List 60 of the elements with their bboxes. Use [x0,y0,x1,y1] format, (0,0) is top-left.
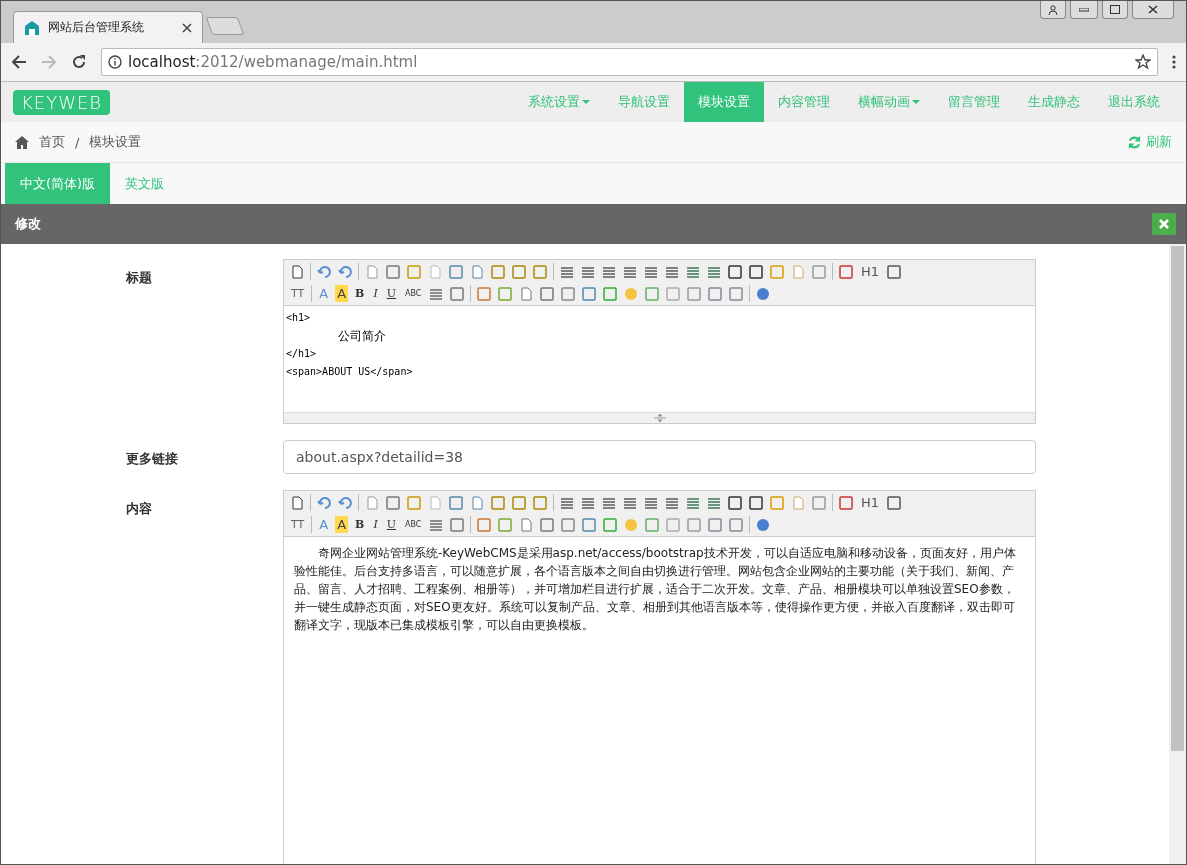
editor-text: 公司简介 [337,328,387,345]
rich-text-editor[interactable] [283,490,1036,864]
forward-arrow-icon[interactable] [41,54,57,70]
bold-button[interactable]: B [353,285,367,302]
redo-icon[interactable] [337,494,353,511]
site-favicon-icon [24,19,40,36]
underline-button[interactable]: U [384,285,398,302]
reload-icon[interactable] [71,54,87,70]
maximize-icon [1110,5,1120,14]
back-arrow-icon[interactable] [11,54,27,70]
strikethrough-button[interactable]: ABC [403,285,424,302]
breadcrumb-current: 模块设置 [89,133,142,151]
browser-tab[interactable]: 网站后台管理系统 [13,11,203,43]
redo-icon[interactable] [337,263,353,280]
content-paragraph: 奇网企业网站管理系统-KeyWebCMS是采用asp.net/access/bootstrap技术开发，可以自适应电脑和移动设备，页面友好，用户体验性能佳。后台支持多语言，可以随意扩展，各个语言版本之间自由切换进行管理。网站包含企业网站的主要功能（关于我们、新闻、产品、留言、人才招聘、工程案例、相册等），并可增加栏目进行扩展，适合于二次开发。文章、产品、相册模块可以单独设置SEO参数，并一键生成静态页面，对SEO更友好。系统可以复制产品、文章、相册到其他语言版本等，使得操作更方便，并嵌入百度翻译，双击即可翻译文字，现版本已集成模板引擎，可以自由更换模板。 [294,545,1017,634]
window-close-button[interactable] [1132,1,1174,19]
undo-icon[interactable] [316,263,332,280]
close-icon [1148,5,1158,14]
menu-icon[interactable] [1172,54,1176,70]
highlight-button[interactable]: A [335,516,349,533]
field-label: 内容 [125,500,153,518]
code-line: <h1> [286,311,312,325]
font-size-button[interactable]: TT [289,285,307,302]
code-line: <span>ABOUT US</span> [286,365,414,379]
strikethrough-button[interactable]: ABC [403,516,424,533]
tab-title: 网站后台管理系统 [48,19,145,36]
home-icon[interactable] [15,135,29,149]
font-size-button[interactable]: TT [289,516,307,533]
field-label: 更多链接 [125,450,179,468]
breadcrumb-separator: / [75,134,80,150]
new-tab-button[interactable] [205,17,245,35]
url-text: localhost:2012/webmanage/main.html [128,53,419,71]
person-icon [1048,4,1058,15]
breadcrumb-link[interactable]: 首页 [39,133,65,151]
maximize-button[interactable] [1102,1,1128,19]
panel-title: 修改 [15,215,41,233]
star-icon[interactable] [1135,54,1151,70]
highlight-button[interactable]: A [335,285,349,302]
code-line: </h1> [286,347,318,361]
close-icon [1159,219,1169,229]
heading-button[interactable]: H1 [859,494,882,511]
rich-text-editor[interactable]: H1 TT A A B I U ABC <h1> 公司简介 </h1> <span>ABOUT US</span> [283,259,1036,424]
italic-button[interactable]: I [371,516,380,533]
resize-handle[interactable] [284,412,1035,423]
field-label: 标题 [125,269,153,287]
minimize-icon [1079,7,1089,12]
bold-button[interactable]: B [353,516,367,533]
info-icon [108,55,122,69]
close-button[interactable] [1152,213,1176,235]
address-bar[interactable]: localhost:2012/webmanage/main.html [101,48,1158,76]
undo-icon[interactable] [316,494,332,511]
refresh-icon [1127,134,1142,150]
underline-button[interactable]: U [384,516,398,533]
scrollbar-thumb[interactable] [1171,246,1184,751]
heading-button[interactable]: H1 [859,263,882,280]
link-input-field[interactable]: about.aspx?detailid=38 [283,440,1036,474]
profile-button[interactable] [1040,1,1066,19]
close-icon[interactable] [182,22,192,33]
scrollbar[interactable] [1169,244,1186,864]
italic-button[interactable]: I [371,285,380,302]
